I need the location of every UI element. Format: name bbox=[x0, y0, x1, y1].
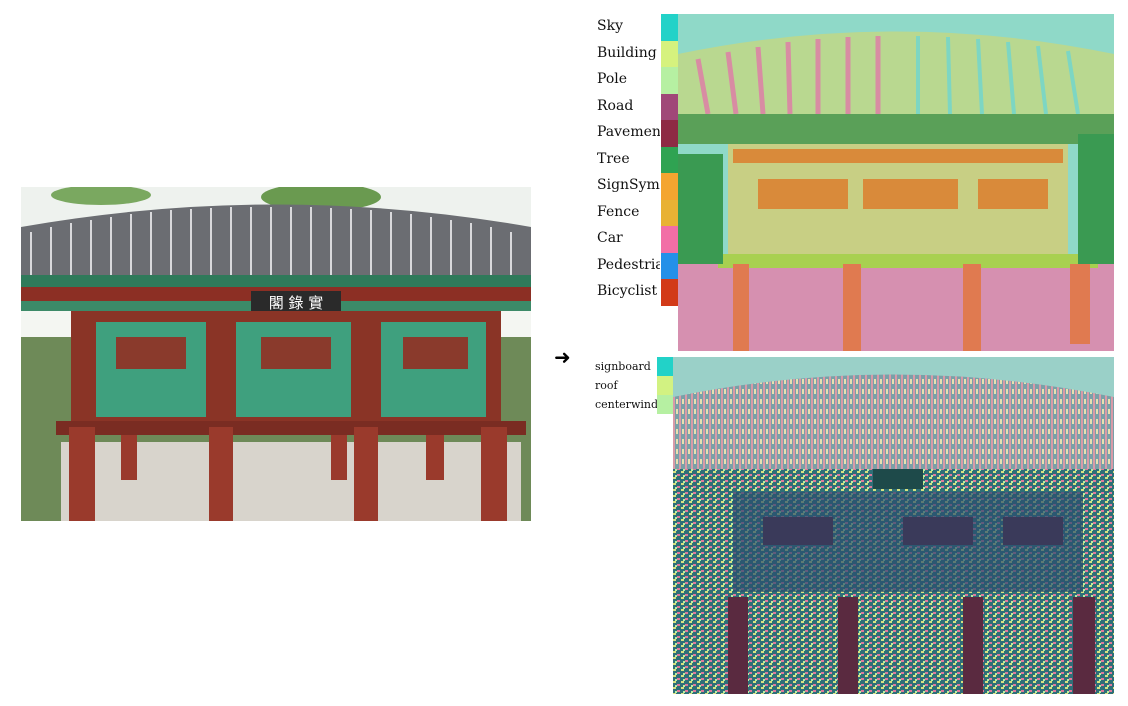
legend-swatch bbox=[661, 40, 678, 68]
legend-swatch bbox=[661, 146, 678, 174]
sign-text: 閣 錄 實 bbox=[269, 294, 324, 312]
legend-swatch bbox=[661, 279, 678, 306]
legend-swatch bbox=[657, 357, 673, 376]
legend-label: SignSymbol bbox=[597, 177, 660, 193]
legend-swatch bbox=[657, 376, 673, 395]
legend-swatch bbox=[661, 173, 678, 200]
legend-label: roof bbox=[595, 379, 618, 392]
legend-label: Pavement bbox=[597, 124, 660, 140]
original-photo: 閣 錄 實 bbox=[21, 187, 531, 521]
legend-swatch bbox=[661, 252, 678, 280]
legend-swatch bbox=[661, 14, 678, 41]
legend-swatch bbox=[661, 93, 678, 121]
legend-swatch bbox=[661, 199, 678, 227]
legend-label: Sky bbox=[597, 18, 623, 34]
legend-swatch bbox=[661, 226, 678, 253]
legend-label: Building bbox=[597, 44, 657, 61]
legend-label: Road bbox=[597, 97, 634, 114]
segmentation-result-top bbox=[678, 14, 1114, 351]
legend-label: centerwind bbox=[595, 398, 657, 411]
legend-swatch bbox=[657, 395, 673, 414]
segmentation-result-bottom bbox=[673, 357, 1114, 694]
legend-label: Tree bbox=[597, 150, 630, 167]
legend-label: Bicyclist bbox=[597, 283, 658, 299]
legend-label: Pole bbox=[597, 71, 628, 87]
legend-label: Fence bbox=[597, 203, 640, 220]
legend-label: signboard bbox=[595, 360, 651, 373]
arrow-right-icon: ➜ bbox=[554, 345, 571, 369]
legend-swatch bbox=[661, 120, 678, 147]
legend-label: Pedestrian bbox=[597, 256, 660, 273]
legend-label: Car bbox=[597, 230, 623, 246]
legend-swatch bbox=[661, 67, 678, 94]
